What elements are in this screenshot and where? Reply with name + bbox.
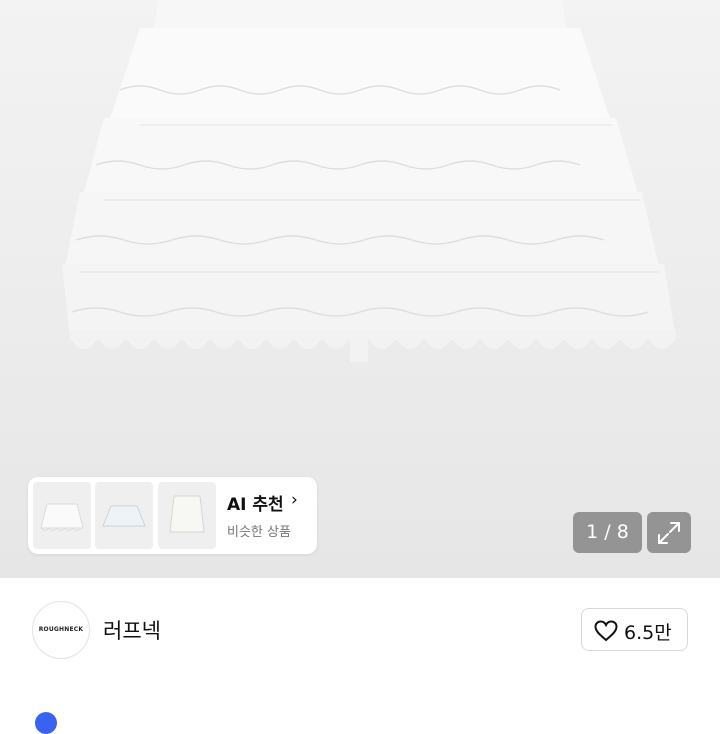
- product-image[interactable]: AI 추천 › 비슷한 상품 1 / 8: [0, 0, 720, 578]
- heart-icon: [594, 620, 618, 642]
- expand-icon: [658, 522, 680, 544]
- status-dot: [35, 712, 57, 734]
- like-button[interactable]: 6.5만: [581, 608, 688, 651]
- brand-logo[interactable]: ROUGHNECK: [32, 601, 90, 659]
- similar-product-thumb[interactable]: [33, 482, 91, 549]
- brand-name[interactable]: 러프넥: [103, 615, 161, 645]
- ai-recommend-title[interactable]: AI 추천: [227, 490, 284, 515]
- ai-recommend-card[interactable]: AI 추천 › 비슷한 상품: [28, 477, 317, 554]
- brand-logo-text: ROUGHNECK: [38, 626, 84, 633]
- like-count: 6.5만: [624, 622, 672, 644]
- expand-button[interactable]: [647, 512, 691, 553]
- image-pager: 1 / 8: [573, 512, 642, 553]
- chevron-right-icon: ›: [291, 490, 298, 510]
- ai-recommend-subtitle: 비슷한 상품: [227, 525, 291, 540]
- similar-product-thumb[interactable]: [95, 482, 153, 549]
- similar-product-thumb[interactable]: [158, 482, 216, 549]
